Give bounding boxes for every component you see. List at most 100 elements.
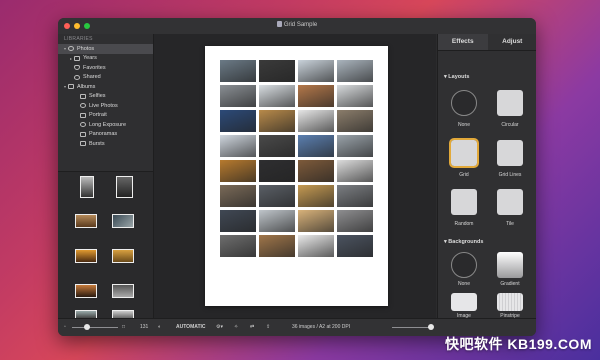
photo-thumbnail[interactable]	[75, 214, 97, 228]
sidebar-item-favorites[interactable]: Favorites	[58, 63, 153, 73]
grid-photo[interactable]	[259, 160, 295, 182]
background-gradient-option[interactable]	[497, 252, 523, 278]
app-window: Grid Sample LIBRARIES ▾ Photos ▸ Years F…	[58, 18, 536, 336]
photo-count: 131	[140, 324, 149, 330]
window-title: Grid Sample	[58, 21, 536, 28]
shuffle-icon[interactable]: ⇄	[250, 324, 254, 330]
layout-grid-lines-label: Grid Lines	[498, 172, 522, 178]
person-icon	[80, 93, 86, 99]
grid-photo[interactable]	[337, 160, 373, 182]
grid-photo[interactable]	[259, 60, 295, 82]
grid-photo[interactable]	[298, 160, 334, 182]
layout-random-option[interactable]	[451, 189, 477, 215]
grid-photo[interactable]	[220, 185, 256, 207]
layout-grid-label: Grid	[459, 172, 469, 178]
grid-photo[interactable]	[259, 110, 295, 132]
grid-photo[interactable]	[298, 85, 334, 107]
small-photo-icon: ▫	[64, 324, 66, 330]
layout-grid-option[interactable]	[449, 138, 479, 168]
layout-circular-option[interactable]	[497, 90, 523, 116]
grid-photo[interactable]	[259, 135, 295, 157]
grid-photo[interactable]	[220, 85, 256, 107]
layout-circular-label: Circular	[501, 122, 519, 128]
layout-grid-lines-option[interactable]	[497, 140, 523, 166]
grid-photo[interactable]	[337, 110, 373, 132]
grid-photo[interactable]	[298, 60, 334, 82]
grid-photo[interactable]	[220, 210, 256, 232]
photo-thumbnail[interactable]	[112, 214, 134, 228]
stack-icon	[80, 141, 86, 147]
sidebar-item-bursts[interactable]: Bursts	[58, 139, 153, 149]
mode-label[interactable]: AUTOMATIC	[176, 324, 206, 330]
photo-thumbnail[interactable]	[75, 284, 97, 298]
print-page[interactable]	[205, 46, 388, 306]
zoom-slider-knob[interactable]	[428, 324, 434, 330]
grid-photo[interactable]	[298, 135, 334, 157]
folder-icon	[68, 84, 74, 90]
background-gradient-label: Gradient	[500, 281, 520, 287]
settings-menu-icon[interactable]: ⚙▾	[216, 324, 223, 330]
grid-photo[interactable]	[298, 235, 334, 257]
background-none-label: None	[458, 281, 470, 287]
heart-icon	[74, 65, 80, 71]
status-text: 36 images / A2 at 200 DPI	[292, 324, 351, 330]
share-icon[interactable]: ⇪	[266, 324, 270, 330]
grid-photo[interactable]	[298, 185, 334, 207]
sidebar-item-live-photos[interactable]: Live Photos	[58, 101, 153, 111]
background-pinstripe-option[interactable]	[497, 293, 523, 311]
folder-icon	[74, 55, 80, 61]
grid-photo[interactable]	[220, 60, 256, 82]
live-photo-icon	[80, 103, 86, 109]
sidebar-item-photos[interactable]: ▾ Photos	[58, 44, 153, 54]
sidebar-item-long-exposure[interactable]: Long Exposure	[58, 120, 153, 130]
cube-icon	[80, 112, 86, 118]
sidebar-item-shared[interactable]: Shared	[58, 73, 153, 83]
photo-thumbnail[interactable]	[80, 176, 94, 198]
layouts-section-header[interactable]: ▾ Layouts	[444, 74, 469, 80]
grid-photo[interactable]	[337, 235, 373, 257]
grid-photo[interactable]	[337, 135, 373, 157]
sidebar-item-albums[interactable]: ▾ Albums	[58, 82, 153, 92]
tab-adjust[interactable]: Adjust	[488, 34, 537, 50]
sidebar-item-selfies[interactable]: Selfies	[58, 92, 153, 102]
background-image-option[interactable]	[451, 293, 477, 311]
layout-tile-option[interactable]	[497, 189, 523, 215]
zoom-slider-track[interactable]	[392, 327, 432, 328]
grid-photo[interactable]	[337, 60, 373, 82]
watermark-text: 快吧软件 KB199.COM	[444, 336, 592, 352]
grid-photo[interactable]	[220, 160, 256, 182]
layout-random-label: Random	[454, 221, 474, 227]
photo-thumbnail[interactable]	[116, 176, 133, 198]
thumbnail-size-slider-knob[interactable]	[84, 324, 90, 330]
photo-thumbnail[interactable]	[112, 284, 134, 298]
aperture-icon	[80, 122, 86, 128]
grid-photo[interactable]	[220, 235, 256, 257]
grid-photo[interactable]	[298, 210, 334, 232]
tab-effects[interactable]: Effects	[438, 34, 488, 50]
inspector-tabs: Effects Adjust	[438, 34, 536, 51]
grid-photo[interactable]	[259, 235, 295, 257]
magic-wand-icon[interactable]: ✧	[234, 324, 238, 330]
large-photo-icon: □	[122, 324, 126, 330]
layout-none-option[interactable]	[451, 90, 477, 116]
sidebar-item-portrait[interactable]: Portrait	[58, 111, 153, 121]
grid-photo[interactable]	[220, 110, 256, 132]
photo-thumbnail[interactable]	[75, 249, 97, 263]
grid-photo[interactable]	[259, 210, 295, 232]
grid-photo[interactable]	[337, 210, 373, 232]
sidebar-item-panoramas[interactable]: Panoramas	[58, 130, 153, 140]
grid-photo[interactable]	[337, 185, 373, 207]
grid-photo[interactable]	[259, 185, 295, 207]
title-bar: Grid Sample	[58, 18, 536, 34]
grid-photo[interactable]	[337, 85, 373, 107]
thumbnail-size-slider-track[interactable]	[72, 327, 118, 328]
photo-thumbnail[interactable]	[112, 249, 134, 263]
backgrounds-section-header[interactable]: ▾ Backgrounds	[444, 239, 483, 245]
document-icon	[276, 21, 282, 27]
background-none-option[interactable]	[451, 252, 477, 278]
grid-photo[interactable]	[298, 110, 334, 132]
sidebar-item-years[interactable]: ▸ Years	[58, 54, 153, 64]
grid-photo[interactable]	[220, 135, 256, 157]
inspector-panel: Effects Adjust ▾ Layouts None Circular G…	[437, 34, 536, 319]
grid-photo[interactable]	[259, 85, 295, 107]
